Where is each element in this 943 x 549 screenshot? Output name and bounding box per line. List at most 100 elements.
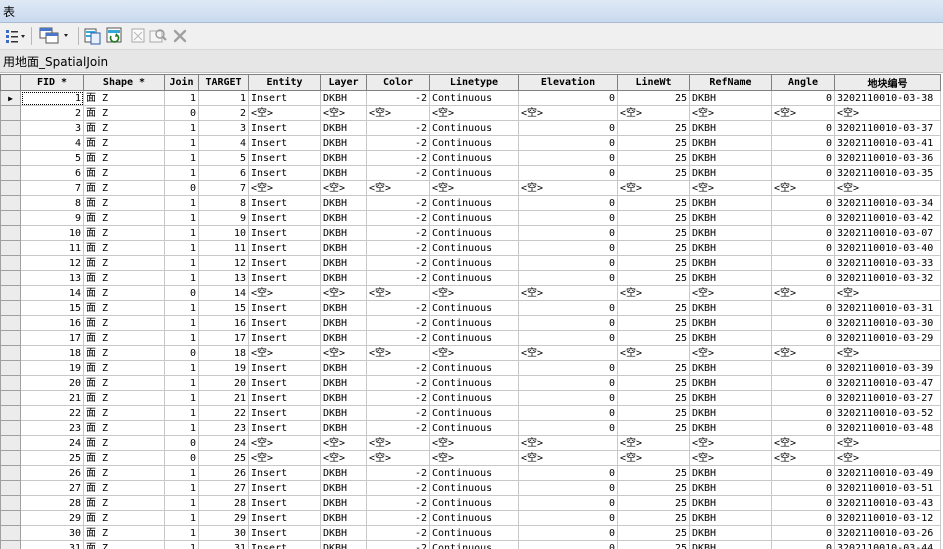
table-cell[interactable]: -2	[366, 315, 430, 331]
table-cell[interactable]: DKBH	[320, 210, 367, 226]
table-cell[interactable]: 0	[771, 240, 835, 256]
table-cell[interactable]: 0	[771, 255, 835, 271]
row-selector[interactable]	[0, 390, 21, 406]
table-cell[interactable]: 0	[518, 495, 618, 511]
table-cell[interactable]: DKBH	[320, 135, 367, 151]
table-cell[interactable]: -2	[366, 465, 430, 481]
table-row[interactable]: 8面 Z 1 8 Insert DKBH -2 Continuous 0 25 DKBH 0 3202…	[0, 195, 941, 211]
table-cell[interactable]: 面 Z	[83, 240, 165, 256]
table-cell[interactable]: 1	[164, 510, 199, 526]
table-cell[interactable]: 0	[518, 270, 618, 286]
row-selector[interactable]	[0, 420, 21, 436]
table-cell[interactable]: 3	[198, 120, 249, 136]
table-cell[interactable]: 0	[164, 105, 199, 121]
table-cell[interactable]: 13	[198, 270, 249, 286]
table-cell[interactable]: -2	[366, 90, 430, 106]
table-row[interactable]: 12 面 Z 1 12 Insert DKBH -2 Continuous 0 25 DKBH 0 32…	[0, 255, 941, 271]
table-cell[interactable]: 1	[164, 255, 199, 271]
column-header[interactable]: Shape *	[83, 74, 165, 91]
table-cell[interactable]: 25	[617, 135, 690, 151]
table-cell[interactable]: <空>	[248, 105, 321, 121]
table-cell[interactable]: 25	[617, 165, 690, 181]
table-cell[interactable]: 1	[164, 165, 199, 181]
table-cell[interactable]: Insert	[248, 390, 321, 406]
table-cell[interactable]: 0	[771, 210, 835, 226]
table-cell[interactable]: 3202110010-03-39	[834, 360, 941, 376]
row-selector[interactable]	[0, 210, 21, 226]
table-cell[interactable]: Insert	[248, 195, 321, 211]
table-cell[interactable]: 31	[20, 540, 84, 549]
table-cell[interactable]: <空>	[689, 435, 772, 451]
table-cell[interactable]: 1	[164, 375, 199, 391]
table-cell[interactable]: Continuous	[429, 300, 519, 316]
table-cell[interactable]: Continuous	[429, 525, 519, 541]
table-cell[interactable]: 19	[20, 360, 84, 376]
table-cell[interactable]: 0	[518, 225, 618, 241]
table-cell[interactable]: 0	[771, 510, 835, 526]
table-cell[interactable]: Insert	[248, 375, 321, 391]
column-header[interactable]: Elevation	[518, 74, 618, 91]
table-cell[interactable]: 面 Z	[83, 225, 165, 241]
table-cell[interactable]: 0	[771, 480, 835, 496]
table-cell[interactable]: 13	[20, 270, 84, 286]
table-row[interactable]: 26 面 Z 1 26 Insert DKBH -2 Continuous 0 25 DKBH 0 32…	[0, 465, 941, 481]
table-cell[interactable]: -2	[366, 195, 430, 211]
table-cell[interactable]: <空>	[771, 450, 835, 466]
column-header[interactable]: Join	[164, 74, 199, 91]
table-cell[interactable]: Insert	[248, 270, 321, 286]
table-cell[interactable]: 22	[198, 405, 249, 421]
table-cell[interactable]: 0	[771, 420, 835, 436]
table-cell[interactable]: -2	[366, 510, 430, 526]
table-cell[interactable]: 25	[617, 360, 690, 376]
table-cell[interactable]: 30	[20, 525, 84, 541]
table-cell[interactable]: 25	[617, 495, 690, 511]
table-cell[interactable]: 3202110010-03-32	[834, 270, 941, 286]
table-cell[interactable]: 面 Z	[83, 120, 165, 136]
table-cell[interactable]: Insert	[248, 120, 321, 136]
table-cell[interactable]: 0	[518, 360, 618, 376]
table-cell[interactable]: 28	[20, 495, 84, 511]
table-cell[interactable]: <空>	[248, 180, 321, 196]
table-cell[interactable]: 0	[164, 450, 199, 466]
table-cell[interactable]: 0	[771, 375, 835, 391]
table-row[interactable]: 16 面 Z 1 16 Insert DKBH -2 Continuous 0 25 DKBH 0 32…	[0, 315, 941, 331]
table-cell[interactable]: <空>	[771, 285, 835, 301]
table-cell[interactable]: 3202110010-03-31	[834, 300, 941, 316]
row-selector[interactable]	[0, 540, 21, 549]
table-cell[interactable]: Insert	[248, 240, 321, 256]
table-cell[interactable]: 3202110010-03-47	[834, 375, 941, 391]
table-cell[interactable]: DKBH	[689, 195, 772, 211]
table-cell[interactable]: <空>	[366, 285, 430, 301]
table-cell[interactable]: 0	[518, 405, 618, 421]
table-cell[interactable]: 0	[771, 195, 835, 211]
table-cell[interactable]: <空>	[834, 105, 941, 121]
table-cell[interactable]: 3202110010-03-48	[834, 420, 941, 436]
table-cell[interactable]: 3202110010-03-52	[834, 405, 941, 421]
table-cell[interactable]: 25	[617, 150, 690, 166]
table-cell[interactable]: Continuous	[429, 480, 519, 496]
table-cell[interactable]: 29	[20, 510, 84, 526]
table-cell[interactable]: DKBH	[320, 420, 367, 436]
table-cell[interactable]: Continuous	[429, 195, 519, 211]
table-cell[interactable]: -2	[366, 270, 430, 286]
table-cell[interactable]: <空>	[320, 105, 367, 121]
table-cell[interactable]: DKBH	[320, 525, 367, 541]
table-cell[interactable]: Continuous	[429, 465, 519, 481]
table-cell[interactable]: <空>	[320, 345, 367, 361]
table-cell[interactable]: 面 Z	[83, 345, 165, 361]
table-cell[interactable]: 18	[20, 345, 84, 361]
table-cell[interactable]: Insert	[248, 225, 321, 241]
table-cell[interactable]: -2	[366, 525, 430, 541]
table-cell[interactable]: <空>	[771, 345, 835, 361]
table-cell[interactable]: 3202110010-03-42	[834, 210, 941, 226]
table-cell[interactable]: DKBH	[320, 255, 367, 271]
table-cell[interactable]: <空>	[429, 435, 519, 451]
table-cell[interactable]: 30	[198, 525, 249, 541]
column-header[interactable]: Entity	[248, 74, 321, 91]
table-cell[interactable]: 1	[164, 90, 199, 106]
table-cell[interactable]: 面 Z	[83, 375, 165, 391]
table-cell[interactable]: 1	[164, 300, 199, 316]
table-cell[interactable]: 面 Z	[83, 435, 165, 451]
table-cell[interactable]: 0	[771, 360, 835, 376]
table-cell[interactable]: DKBH	[689, 465, 772, 481]
